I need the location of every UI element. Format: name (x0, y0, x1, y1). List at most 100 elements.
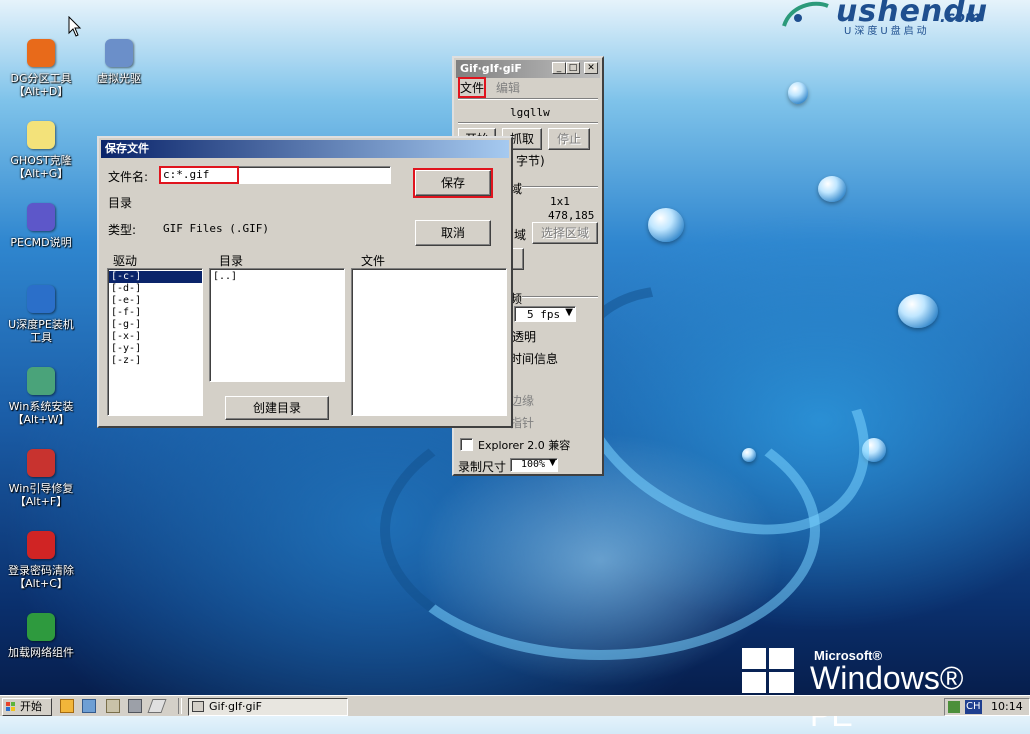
gif-filename: lgqllw (510, 106, 550, 119)
desktop-icon-label: Win系统安装 (8, 400, 74, 413)
drive-list-item[interactable]: [-f-] (109, 307, 202, 319)
desktop-icon[interactable]: Win系统安装 【Alt+W】 (0, 364, 82, 426)
brand-domain: .com (940, 8, 981, 26)
ghost-icon (24, 118, 58, 152)
partition-tool-icon (24, 36, 58, 70)
desktop-icon-label: 工具 (30, 331, 52, 344)
desktop-icon-label: U深度PE装机 (8, 318, 74, 331)
windows-pe-logo: Microsoft® Windows® PE (742, 646, 1012, 733)
directory-label: 目录 (108, 196, 133, 210)
virtual-drive-icon (102, 36, 136, 70)
minimize-button[interactable]: _ (552, 62, 566, 74)
desktop-icon[interactable]: 加载网络组件 (0, 610, 82, 659)
explorer-compat-checkbox[interactable] (460, 438, 473, 451)
save-dialog-titlebar[interactable]: 保存文件 (101, 140, 509, 158)
pointer-label: 指针 (510, 416, 535, 430)
drive-list-item[interactable]: [-d-] (109, 283, 202, 295)
files-header: 文件 (361, 254, 386, 268)
capture-size-value: 1x1 (550, 195, 570, 208)
desktop-icon[interactable]: Win引导修复 【Alt+F】 (0, 446, 82, 508)
desktop-icon[interactable]: U深度PE装机 工具 (0, 282, 82, 344)
taskbar-item-gif[interactable]: Gif·gIf·giF (188, 698, 348, 716)
drive-list-item[interactable]: [-z-] (109, 355, 202, 367)
desktop-icon-label: 虚拟光驱 (97, 72, 141, 85)
desktop-icon-label: 加载网络组件 (8, 646, 74, 659)
water-drop (818, 176, 846, 202)
desktop-icon-label: GHOST克隆 (10, 154, 72, 167)
save-dialog: 保存文件 文件名: c:*.gif 保存 目录 类型: GIF Files (.… (97, 136, 513, 428)
water-drop (648, 208, 684, 242)
bytes-label: 字节) (516, 154, 545, 168)
save-button[interactable]: 保存 (413, 168, 493, 198)
brand-swirl-icon (782, 1, 829, 27)
fps-select[interactable]: 5 fps ▼ (514, 306, 576, 322)
explorer-compat-label: Explorer 2.0 兼容 (478, 439, 571, 452)
close-button[interactable]: ✕ (584, 62, 598, 74)
drive-list-item[interactable]: [-c-] (109, 271, 202, 283)
brand-tagline: U深度U盘启动 (844, 26, 930, 37)
quicklaunch-tools-icon[interactable] (106, 699, 120, 713)
desktop-icon-label: 【Alt+G】 (13, 167, 69, 180)
tray-lang[interactable]: CH (965, 700, 982, 714)
edge-label: 边缘 (510, 394, 535, 408)
tray-network-icon[interactable] (948, 701, 960, 713)
divider (522, 186, 598, 188)
desktop-icon-label: 【Alt+F】 (14, 495, 68, 508)
network-icon (24, 610, 58, 644)
time-info-label: 时间信息 (510, 352, 559, 366)
filename-label: 文件名: (108, 170, 149, 184)
quicklaunch-eraser-icon[interactable] (147, 699, 167, 713)
windows-flag-icon (742, 648, 794, 693)
divider (522, 296, 598, 298)
desktop-icon-label: PECMD说明 (10, 236, 72, 249)
transparent-label: 透明 (512, 330, 537, 344)
menu-edit[interactable]: 编辑 (496, 79, 520, 96)
water-drop (788, 82, 808, 104)
desktop-icon-label: Win引导修复 (8, 482, 74, 495)
select-region-button[interactable]: 选择区域 (532, 222, 598, 244)
desktop-icon[interactable]: 虚拟光驱 (78, 36, 160, 85)
region-label: 域 (514, 228, 527, 242)
quicklaunch-printer-icon[interactable] (128, 699, 142, 713)
scale-select[interactable]: 100% ▼ (510, 458, 558, 472)
drive-list-item[interactable]: [-e-] (109, 295, 202, 307)
desktop-icon[interactable]: 登录密码清除 【Alt+C】 (0, 528, 82, 590)
quicklaunch-desktop-icon[interactable] (82, 699, 96, 713)
taskbar-separator (178, 698, 182, 714)
gif-window-title: Gif·gIf·giF (460, 62, 522, 75)
password-clear-icon (24, 528, 58, 562)
menu-file[interactable]: 文件 (457, 77, 487, 98)
directory-list[interactable]: [..] (209, 268, 345, 382)
directory-list-item[interactable]: [..] (211, 271, 344, 283)
water-drop (898, 294, 938, 328)
gif-app-icon (192, 701, 204, 712)
drives-header: 驱动 (113, 254, 138, 268)
start-button[interactable]: 开始 (2, 698, 52, 716)
scale-label: 录制尺寸 (458, 460, 507, 474)
maximize-button[interactable]: □ (566, 62, 580, 74)
cancel-button[interactable]: 取消 (415, 220, 491, 246)
type-value: GIF Files (.GIF) (163, 222, 269, 235)
drive-list[interactable]: [-c-] [-d-] [-e-] [-f-] [-g-] [-x-] [-y-] [-z-] (107, 268, 203, 416)
divider (458, 98, 598, 100)
desktop-icon[interactable]: PECMD说明 (0, 200, 82, 249)
help-icon (24, 200, 58, 234)
type-label: 类型: (108, 223, 137, 237)
drive-list-item[interactable]: [-y-] (109, 343, 202, 355)
desktop-icon-label: 【Alt+W】 (12, 413, 70, 426)
drive-list-item[interactable]: [-g-] (109, 319, 202, 331)
system-install-icon (24, 364, 58, 398)
create-directory-button[interactable]: 创建目录 (225, 396, 329, 420)
installer-icon (24, 282, 58, 316)
quicklaunch-explorer-icon[interactable] (60, 699, 74, 713)
drive-list-item[interactable]: [-x-] (109, 331, 202, 343)
stop-button[interactable]: 停止 (548, 128, 590, 150)
save-dialog-title: 保存文件 (105, 142, 149, 155)
file-list[interactable] (351, 268, 507, 416)
desktop-icon[interactable]: DG分区工具 【Alt+D】 (0, 36, 82, 98)
dropdown-arrow-icon: ▼ (549, 458, 556, 468)
desktop-icon[interactable]: GHOST克隆 【Alt+G】 (0, 118, 82, 180)
mouse-cursor-icon (68, 16, 82, 37)
desktop-icon-label: 【Alt+D】 (13, 85, 69, 98)
filename-input[interactable]: c:*.gif (159, 166, 391, 184)
